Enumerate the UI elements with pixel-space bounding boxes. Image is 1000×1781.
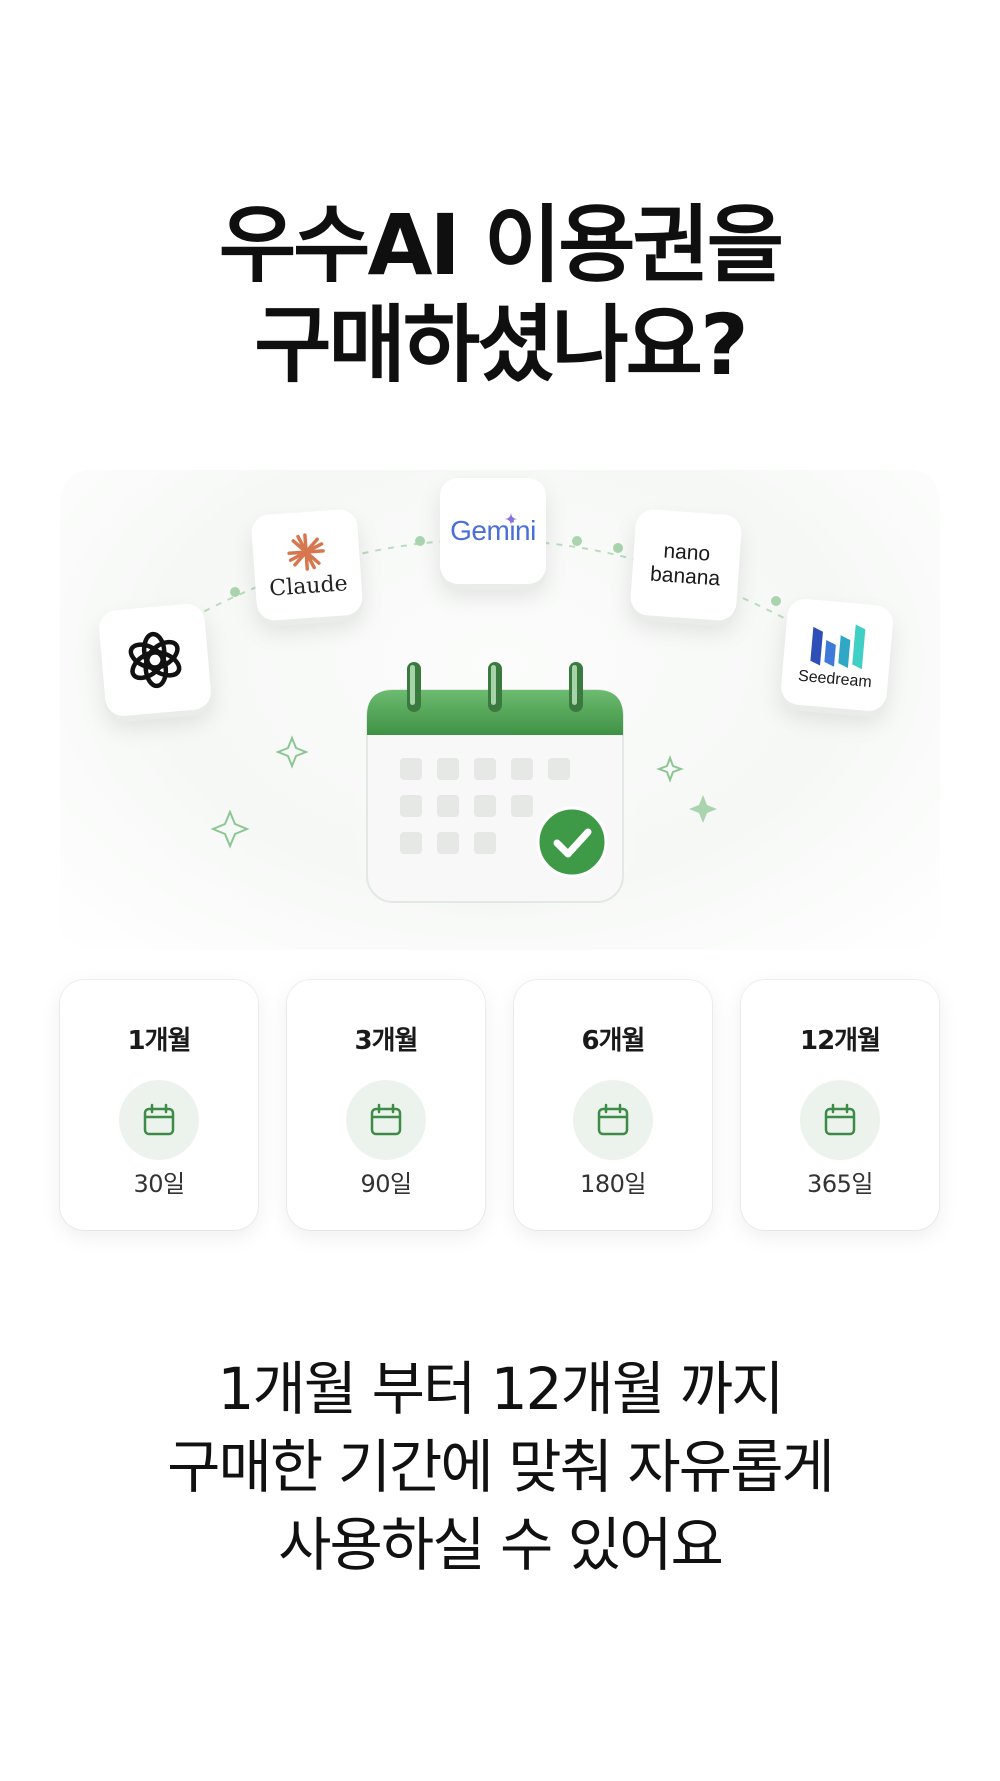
headline-line-1: 우수AI 이용권을 xyxy=(218,196,784,294)
plan-days: 365일 xyxy=(807,1170,873,1198)
nano-banana-label: nano banana xyxy=(649,539,722,592)
claude-logo-icon xyxy=(287,532,325,571)
gemini-logo-icon xyxy=(504,512,518,526)
description: 1개월 부터 12개월 까지 구매한 기간에 맞춰 자유롭게 사용하실 수 있어… xyxy=(0,1350,1000,1584)
calendar-icon xyxy=(119,1080,199,1160)
plan-card-3-months: 3개월 90일 xyxy=(287,980,485,1230)
plan-card-1-month: 1개월 30일 xyxy=(60,980,258,1230)
plan-title: 1개월 xyxy=(127,1026,192,1056)
calendar-icon xyxy=(800,1080,880,1160)
plan-card-12-months: 12개월 365일 xyxy=(741,980,939,1230)
plan-title: 6개월 xyxy=(581,1026,646,1056)
plan-days: 90일 xyxy=(360,1170,412,1198)
calendar-icon xyxy=(346,1080,426,1160)
gemini-logo-tile: Gemini xyxy=(440,478,546,584)
page: 우수AI 이용권을 구매하셨나요? Claude Gemini nano ban… xyxy=(0,0,1000,1781)
plan-title: 12개월 xyxy=(799,1026,881,1056)
openai-logo-icon xyxy=(128,631,182,689)
nano-label-line-2: banana xyxy=(649,562,721,591)
plan-title: 3개월 xyxy=(354,1026,419,1056)
plan-card-6-months: 6개월 180일 xyxy=(514,980,712,1230)
plan-cards: 1개월 30일 3개월 90일 6개월 180일 12개월 365일 xyxy=(60,980,940,1230)
calendar-check-icon xyxy=(355,662,635,920)
seedream-label: Seedream xyxy=(797,667,873,692)
description-line-2: 구매한 기간에 맞춰 자유롭게 xyxy=(167,1433,835,1501)
headline: 우수AI 이용권을 구매하셨나요? xyxy=(0,195,1000,395)
openai-logo-tile xyxy=(97,602,213,718)
calendar-icon xyxy=(573,1080,653,1160)
seedream-logo-icon xyxy=(810,624,866,670)
gemini-label: Gemini xyxy=(450,515,536,546)
claude-label: Claude xyxy=(268,570,349,602)
description-line-1: 1개월 부터 12개월 까지 xyxy=(217,1355,785,1423)
nano-banana-logo-tile: nano banana xyxy=(629,508,743,622)
headline-line-2: 구매하셨나요? xyxy=(254,296,748,394)
plan-days: 30일 xyxy=(133,1170,185,1198)
seedream-logo-tile: Seedream xyxy=(779,597,895,713)
description-line-3: 사용하실 수 있어요 xyxy=(278,1511,724,1579)
claude-logo-tile: Claude xyxy=(250,508,364,622)
plan-days: 180일 xyxy=(580,1170,646,1198)
